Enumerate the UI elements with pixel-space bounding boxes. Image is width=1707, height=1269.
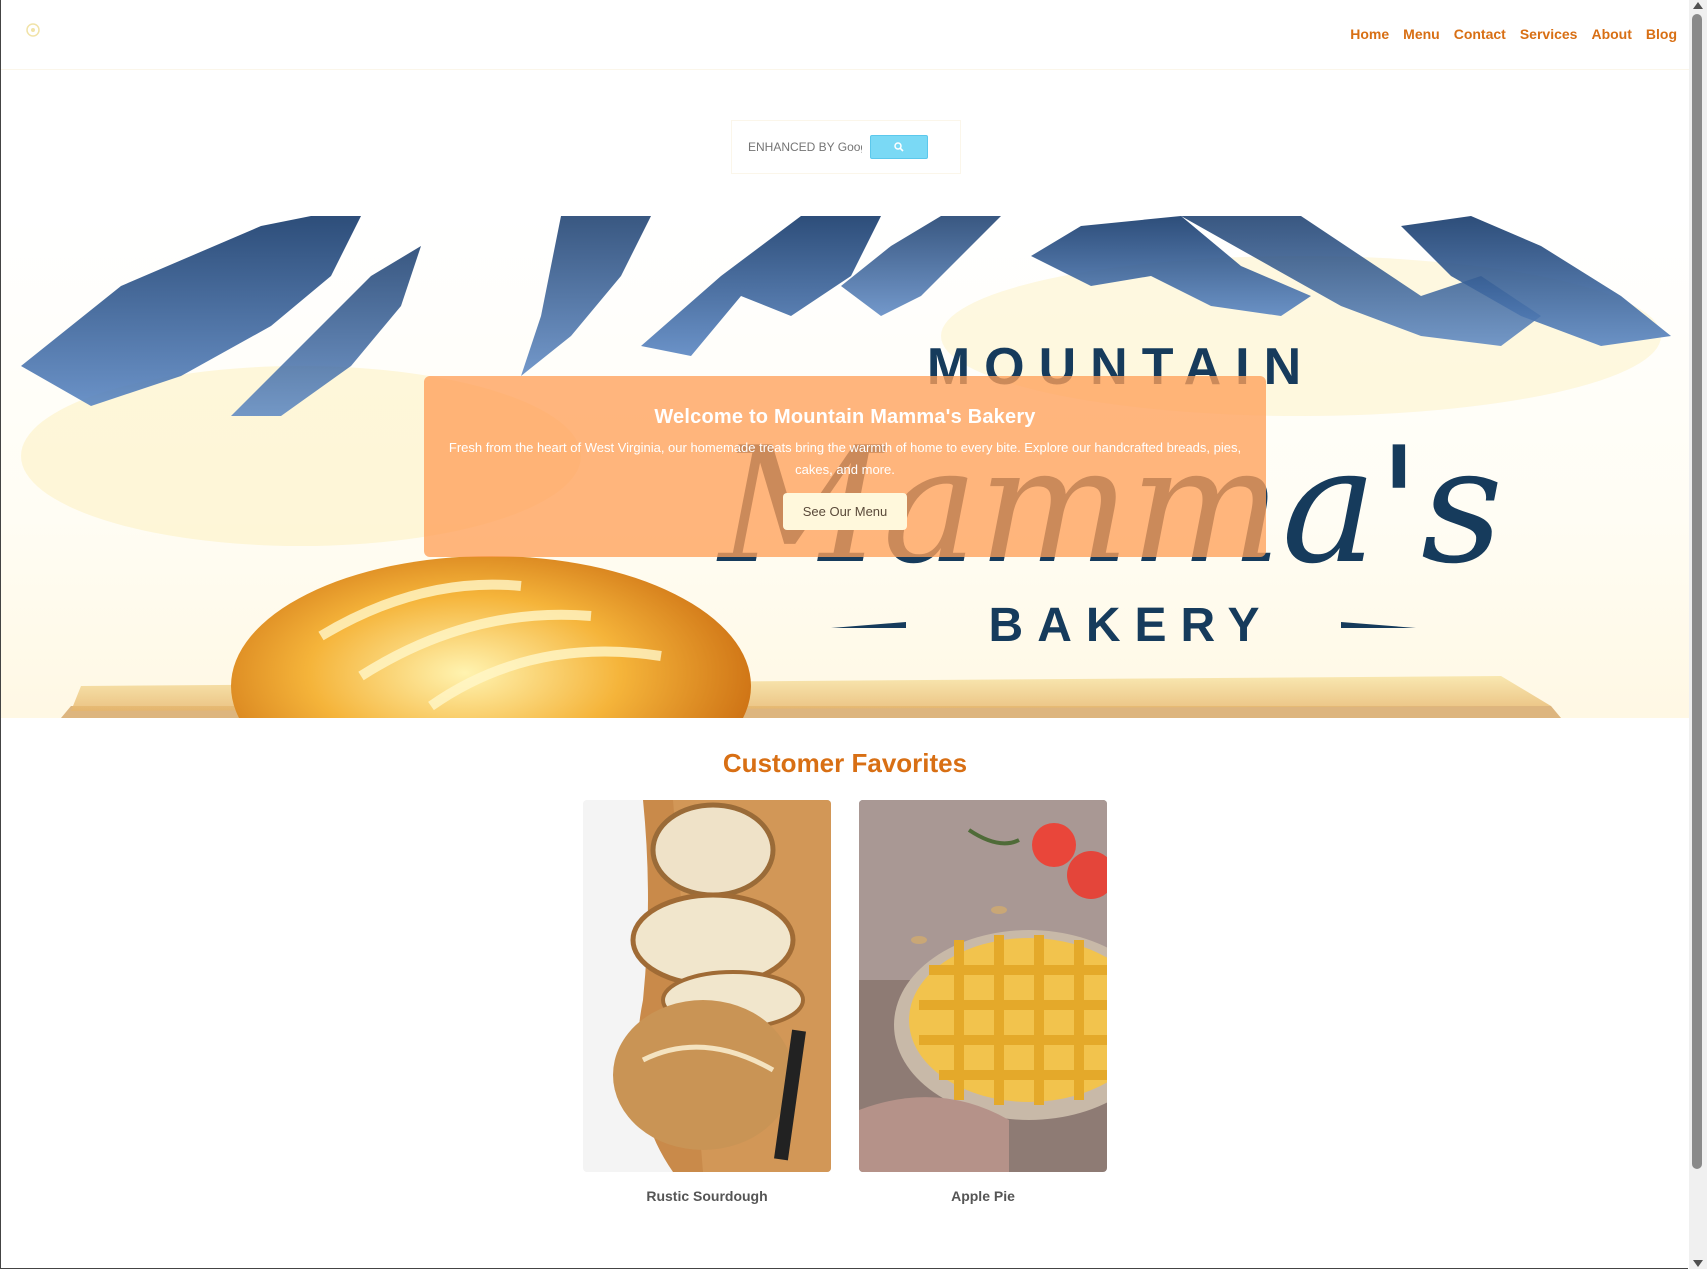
see-menu-button[interactable]: See Our Menu bbox=[782, 493, 908, 530]
hero-subtitle: Fresh from the heart of West Virginia, o… bbox=[448, 440, 1242, 477]
favorite-card-apple-pie[interactable]: Apple Pie bbox=[859, 800, 1107, 1204]
search-input[interactable] bbox=[742, 135, 862, 159]
nav-about[interactable]: About bbox=[1591, 26, 1631, 42]
scroll-thumb[interactable] bbox=[1692, 14, 1702, 1169]
vertical-scrollbar[interactable] bbox=[1689, 0, 1707, 1269]
logo-word-bakery: BAKERY bbox=[989, 599, 1274, 652]
search-icon bbox=[894, 142, 904, 152]
hero-title: Welcome to Mountain Mamma's Bakery bbox=[654, 406, 1036, 428]
nav-services[interactable]: Services bbox=[1520, 26, 1578, 42]
header: Home Menu Contact Services About Blog bbox=[1, 0, 1689, 70]
sourdough-image[interactable] bbox=[583, 800, 831, 1172]
apple-pie-image[interactable] bbox=[859, 800, 1107, 1172]
site-logo[interactable] bbox=[23, 20, 43, 40]
favorite-card-sourdough[interactable]: Rustic Sourdough bbox=[583, 800, 831, 1204]
sourdough-label: Rustic Sourdough bbox=[646, 1188, 768, 1204]
main-nav: Home Menu Contact Services About Blog bbox=[1350, 26, 1677, 42]
nav-blog[interactable]: Blog bbox=[1646, 26, 1677, 42]
nav-menu[interactable]: Menu bbox=[1403, 26, 1440, 42]
nav-contact[interactable]: Contact bbox=[1454, 26, 1506, 42]
scroll-down-icon[interactable] bbox=[1693, 1260, 1703, 1267]
nav-home[interactable]: Home bbox=[1350, 26, 1389, 42]
bread-loaf bbox=[231, 556, 751, 718]
favorites-heading: Customer Favorites bbox=[722, 748, 968, 778]
hero-overlay: Welcome to Mountain Mamma's Bakery Fresh… bbox=[424, 376, 1266, 557]
search-box bbox=[731, 120, 961, 174]
scroll-up-icon[interactable] bbox=[1693, 2, 1703, 9]
search-button[interactable] bbox=[870, 135, 928, 159]
apple-pie-label: Apple Pie bbox=[951, 1188, 1015, 1204]
page: Home Menu Contact Services About Blog EN… bbox=[0, 0, 1689, 1269]
